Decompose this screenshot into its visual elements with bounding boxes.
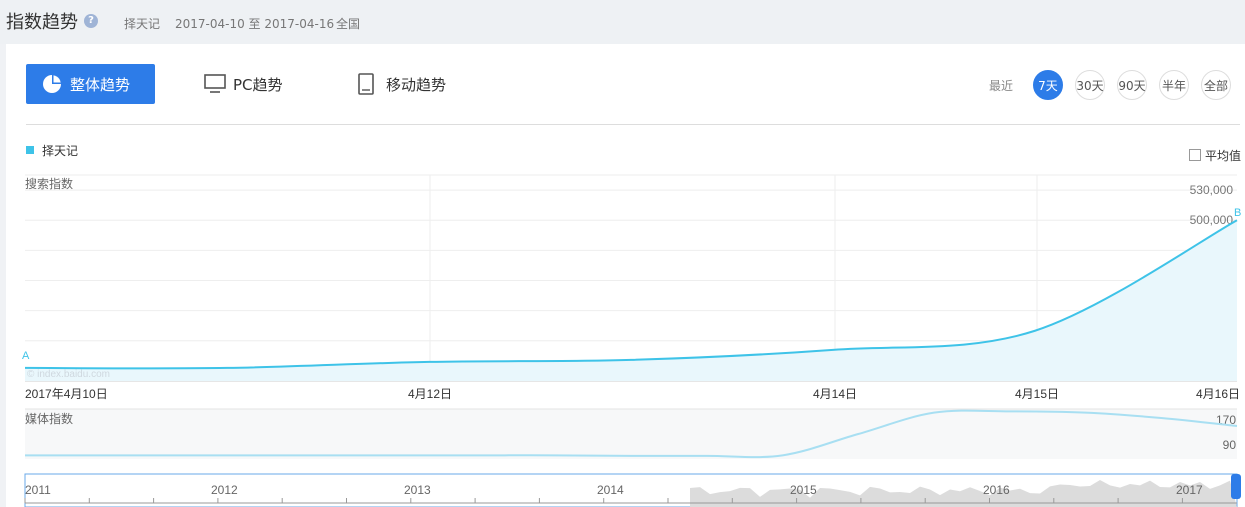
charts-layer: 350,000380,000410,000440,000470,000500,0…	[22, 174, 1241, 507]
media-y-tick: 90	[1223, 438, 1237, 452]
timeline-tick-label: 2016	[983, 483, 1010, 497]
media-chart-bg	[25, 409, 1237, 459]
x-tick-label: 4月16日	[1196, 387, 1240, 401]
x-tick-label: 2017年4月10日	[25, 387, 108, 401]
x-tick-label: 4月15日	[1015, 387, 1059, 401]
y-tick-label: 530,000	[1190, 183, 1234, 197]
timeline-tick-label: 2013	[404, 483, 431, 497]
timeline-handle[interactable]	[1231, 474, 1241, 499]
timeline-tick-label: 2012	[211, 483, 238, 497]
marker-b: B	[1234, 207, 1241, 219]
media-chart-title: 媒体指数	[25, 411, 73, 426]
marker-a: A	[22, 350, 30, 362]
x-tick-label: 4月12日	[408, 387, 452, 401]
series-area	[25, 220, 1237, 381]
watermark: © index.baidu.com	[27, 369, 110, 380]
timeline-tick-label: 2015	[790, 483, 817, 497]
x-tick-label: 4月14日	[813, 387, 857, 401]
timeline-tick-label: 2017	[1176, 483, 1203, 497]
timeline-tick-label: 2011	[25, 483, 51, 497]
chart-title: 搜索指数	[25, 176, 73, 191]
timeline-tick-label: 2014	[597, 483, 624, 497]
